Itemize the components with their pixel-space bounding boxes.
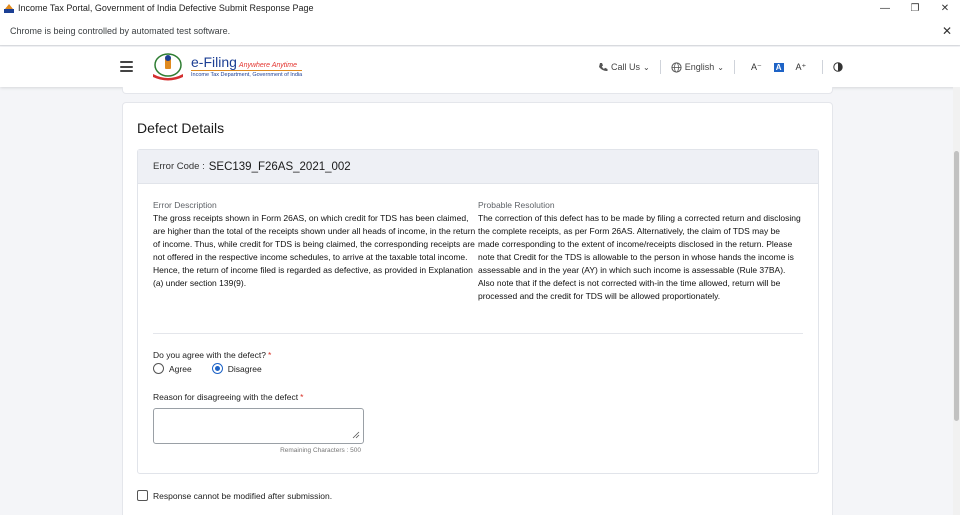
header-divider	[733, 60, 735, 74]
error-code-label: Error Code :	[153, 161, 205, 172]
confirm-submission[interactable]: Response cannot be modified after submis…	[137, 490, 332, 501]
disagree-radio-circle[interactable]	[211, 363, 223, 374]
resize-grip-icon[interactable]	[352, 431, 360, 439]
globe-icon	[671, 61, 682, 73]
site-header: e-Filing Anywhere Anytime Income Tax Depa…	[0, 47, 960, 87]
agree-question: Do you agree with the defect? *	[153, 350, 271, 360]
call-us-label: Call Us	[611, 62, 641, 72]
previous-card	[122, 87, 833, 94]
maximize-button[interactable]: ❐	[900, 0, 930, 16]
error-description-text: The gross receipts shown in Form 26AS, o…	[153, 213, 476, 288]
required-mark: *	[300, 392, 304, 402]
disagree-radio[interactable]: Disagree	[211, 363, 262, 374]
call-us-dropdown[interactable]: Call Us ⌄	[598, 62, 650, 72]
remaining-characters: Remaining Characters : 500	[280, 447, 361, 454]
infobar-text: Chrome is being controlled by automated …	[10, 25, 231, 36]
window-titlebar: Income Tax Portal, Government of India D…	[0, 0, 960, 16]
required-mark: *	[267, 350, 272, 360]
header-divider	[659, 60, 661, 74]
logo-subtitle: Income Tax Department, Government of Ind…	[191, 70, 303, 78]
font-decrease-button[interactable]: A⁻	[751, 62, 762, 73]
disagree-radio-label: Disagree	[227, 363, 262, 374]
language-label: English	[684, 62, 715, 72]
minimize-button[interactable]: —	[870, 0, 900, 16]
page-title: Defect Details	[137, 120, 225, 136]
header-divider	[822, 60, 824, 74]
defect-panel: Error Code : SEC139_F26AS_2021_002 Error…	[137, 149, 819, 474]
menu-icon[interactable]	[120, 61, 133, 72]
page-scrollbar[interactable]	[953, 87, 960, 515]
confirm-checkbox[interactable]	[137, 490, 148, 501]
probable-resolution-label: Probable Resolution	[478, 200, 555, 210]
probable-resolution-section: Probable Resolution The correction of th…	[478, 200, 802, 303]
chevron-down-icon: ⌄	[643, 62, 650, 72]
agree-radio-label: Agree	[169, 363, 192, 374]
language-dropdown[interactable]: English ⌄	[671, 61, 724, 73]
logo-tagline: Anywhere Anytime	[238, 62, 298, 69]
font-normal-button[interactable]: A	[773, 62, 784, 72]
error-description-label: Error Description	[153, 200, 217, 210]
infobar-close-button[interactable]: ✕	[934, 24, 960, 38]
agree-radio-circle[interactable]	[153, 363, 164, 374]
contrast-icon[interactable]	[833, 62, 843, 72]
probable-resolution-text: The correction of this defect has to be …	[478, 213, 801, 301]
automation-infobar: Chrome is being controlled by automated …	[0, 16, 960, 46]
error-description-section: Error Description The gross receipts sho…	[153, 200, 477, 290]
agree-radio-group: Agree Disagree	[153, 363, 282, 374]
app-icon	[4, 4, 14, 13]
logo-title[interactable]: e-Filing Anywhere Anytime	[191, 54, 297, 70]
section-divider	[153, 333, 803, 334]
defect-details-card: Defect Details Error Code : SEC139_F26AS…	[122, 102, 833, 515]
agree-radio[interactable]: Agree	[153, 363, 192, 374]
chevron-down-icon: ⌄	[717, 62, 724, 72]
reason-label-text: Reason for disagreeing with the defect	[153, 392, 299, 402]
agree-question-label: Do you agree with the defect?	[153, 350, 266, 360]
font-increase-button[interactable]: A⁺	[796, 62, 807, 73]
reason-textarea[interactable]	[153, 408, 364, 444]
window-title: Income Tax Portal, Government of India D…	[18, 3, 314, 13]
error-code-header: Error Code : SEC139_F26AS_2021_002	[138, 150, 818, 184]
scrollbar-thumb[interactable]	[954, 151, 959, 421]
window-close-button[interactable]: ✕	[930, 0, 960, 16]
error-code-value: SEC139_F26AS_2021_002	[208, 160, 351, 173]
efiling-logo-emblem	[153, 53, 183, 81]
reason-label: Reason for disagreeing with the defect *	[153, 392, 303, 402]
confirm-checkbox-label: Response cannot be modified after submis…	[153, 490, 333, 501]
phone-icon	[599, 63, 608, 72]
